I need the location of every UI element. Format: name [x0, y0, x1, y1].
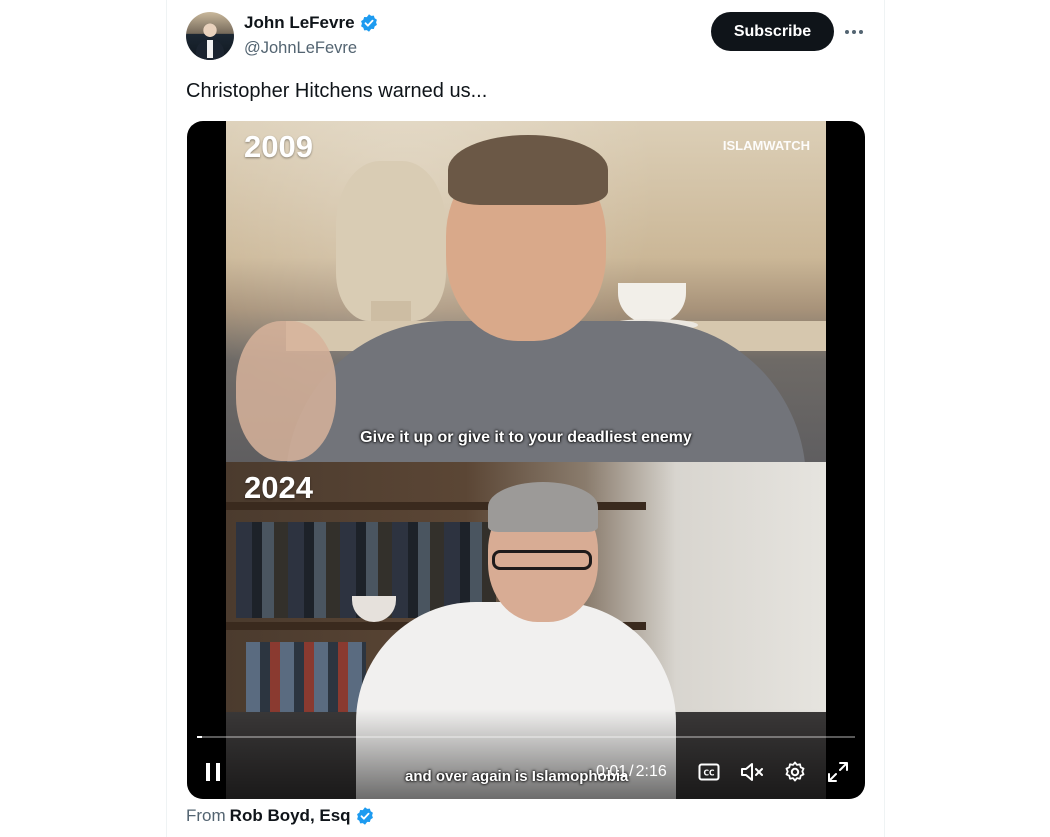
source-prefix: From [186, 806, 226, 825]
more-horizontal-icon[interactable] [838, 20, 870, 44]
bowl-shape [352, 596, 396, 622]
subscribe-button[interactable]: Subscribe [711, 12, 834, 51]
author-avatar[interactable] [186, 12, 234, 60]
settings-icon[interactable] [781, 758, 809, 786]
video-caption-top: Give it up or give it to your deadliest … [360, 429, 692, 446]
vase-shape [336, 161, 446, 321]
video-frame-top: 2009 ISLAMWATCH Give it up or give it to… [226, 121, 826, 462]
mute-icon[interactable] [738, 758, 766, 786]
video-player[interactable]: 2009 ISLAMWATCH Give it up or give it to… [187, 121, 865, 799]
video-current-time: 0:01 [596, 763, 628, 780]
verified-badge-icon[interactable] [355, 806, 375, 826]
source-name-link[interactable]: Rob Boyd, Esq [230, 806, 351, 826]
video-year-bottom: 2024 [244, 470, 313, 505]
video-progress-fill [197, 736, 203, 738]
author-name-row: John LeFevre [244, 13, 379, 33]
timeline-border-left [166, 0, 167, 837]
verified-badge-icon[interactable] [359, 13, 379, 33]
svg-text:CC: CC [703, 769, 715, 778]
captions-icon[interactable]: CC [695, 758, 723, 786]
video-duration: 2:16 [635, 763, 667, 780]
timeline-border-right [884, 0, 885, 837]
tweet-text: Christopher Hitchens warned us... [186, 80, 488, 102]
avatar-shirt [207, 40, 213, 58]
video-watermark: ISLAMWATCH [722, 138, 810, 153]
video-time-separator: / [629, 763, 634, 780]
video-year-top: 2009 [244, 129, 313, 164]
author-handle[interactable]: @JohnLeFevre [244, 39, 357, 58]
video-source: From Rob Boyd, Esq [186, 806, 375, 826]
glasses-shape [492, 550, 592, 570]
author-display-name[interactable]: John LeFevre [244, 13, 355, 33]
fullscreen-icon[interactable] [824, 758, 852, 786]
video-caption-bottom: and over again is Islamophobia [405, 768, 629, 785]
video-time: 0:01/2:16 [596, 763, 667, 781]
pause-icon[interactable] [199, 758, 227, 786]
video-progress-bar[interactable] [197, 736, 855, 738]
